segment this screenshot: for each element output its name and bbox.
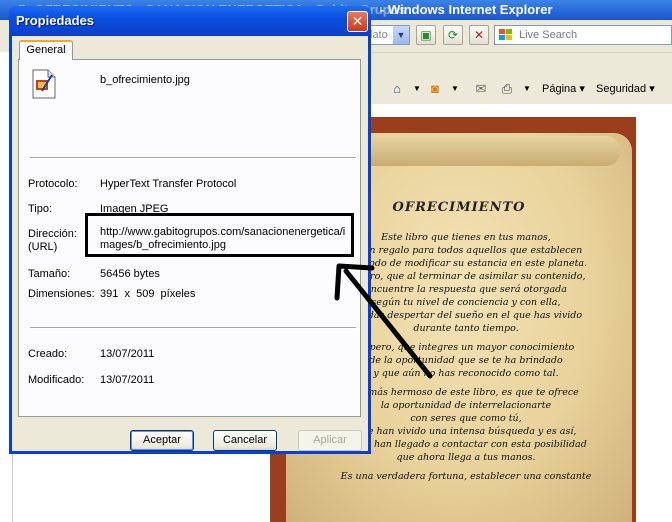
close-button[interactable]: ✕ bbox=[347, 11, 368, 32]
chevron-down-icon[interactable]: ▼ bbox=[408, 80, 426, 98]
dimensions-value: 391 x 509 píxeles bbox=[100, 288, 196, 300]
type-label: Tipo: bbox=[28, 203, 53, 215]
command-bar: ⌂ ▼ ◙ ▼ ✉ ⎙ ▼ Página ▾ Seguridad ▾ bbox=[372, 76, 672, 105]
page-menu-label: Página bbox=[542, 83, 577, 95]
accept-button[interactable]: Aceptar bbox=[130, 430, 194, 451]
home-icon[interactable]: ⌂ bbox=[388, 80, 406, 98]
dimensions-label: Dimensiones: bbox=[28, 288, 95, 300]
annotation-highlight-box bbox=[85, 213, 354, 257]
protocol-label: Protocolo: bbox=[28, 178, 78, 190]
close-icon: ✕ bbox=[351, 13, 364, 29]
safety-menu[interactable]: Seguridad ▾ bbox=[596, 82, 655, 95]
chevron-down-icon[interactable]: ▼ bbox=[518, 80, 536, 98]
poem-line: Es una verdadera fortuna, establecer una… bbox=[340, 471, 592, 482]
address-dropdown[interactable]: lato ▼ bbox=[368, 25, 410, 45]
cancel-button[interactable]: Cancelar bbox=[213, 430, 277, 451]
browser-title-suffix: - Windows Internet Explorer bbox=[380, 2, 553, 17]
created-value: 13/07/2011 bbox=[100, 348, 155, 360]
mail-icon[interactable]: ✉ bbox=[472, 80, 490, 98]
protocol-value: HyperText Transfer Protocol bbox=[100, 178, 237, 190]
search-placeholder: Live Search bbox=[519, 29, 578, 41]
size-value: 56456 bytes bbox=[100, 268, 160, 280]
page-icon[interactable]: ▣ bbox=[416, 25, 436, 45]
print-icon[interactable]: ⎙ bbox=[498, 80, 516, 98]
windows-logo-icon bbox=[499, 29, 512, 40]
dialog-title: Propiedades bbox=[16, 13, 95, 28]
address-dropdown-text: lato bbox=[370, 29, 388, 41]
created-label: Creado: bbox=[28, 348, 68, 360]
modified-label: Modificado: bbox=[28, 374, 85, 386]
size-label: Tamaño: bbox=[28, 268, 71, 280]
tab-general[interactable]: General bbox=[19, 40, 73, 60]
search-input[interactable]: Live Search bbox=[494, 25, 672, 45]
divider bbox=[30, 327, 356, 329]
modified-value: 13/07/2011 bbox=[100, 374, 155, 386]
safety-menu-label: Seguridad bbox=[596, 83, 647, 95]
address-label: Dirección: bbox=[28, 228, 77, 240]
chevron-down-icon[interactable]: ▼ bbox=[393, 26, 409, 44]
url-label: (URL) bbox=[28, 241, 58, 253]
divider bbox=[30, 157, 356, 159]
stop-icon[interactable]: ✕ bbox=[469, 25, 489, 45]
jpeg-file-icon bbox=[32, 69, 56, 99]
page-menu[interactable]: Página ▾ bbox=[542, 82, 585, 95]
rss-feed-icon[interactable]: ◙ bbox=[426, 80, 444, 98]
apply-button[interactable]: Aplicar bbox=[298, 430, 362, 451]
dialog-titlebar[interactable]: Propiedades ✕ bbox=[9, 6, 371, 36]
file-name: b_ofrecimiento.jpg bbox=[100, 74, 190, 86]
chevron-down-icon[interactable]: ▼ bbox=[446, 80, 464, 98]
refresh-icon[interactable]: ⟳ bbox=[443, 25, 463, 45]
